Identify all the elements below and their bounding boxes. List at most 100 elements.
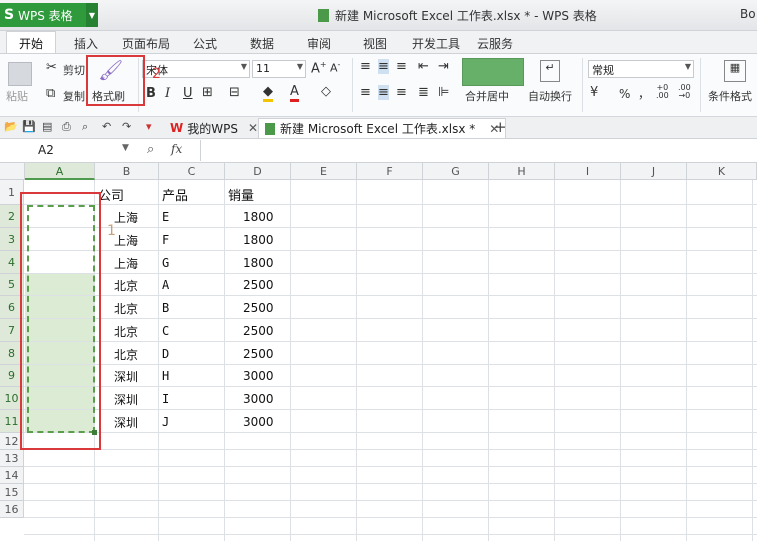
column-header-i[interactable]: I bbox=[555, 163, 621, 180]
cell-company[interactable]: 深圳 bbox=[114, 368, 138, 385]
cell-company[interactable]: 上海 bbox=[114, 232, 138, 249]
cell-company[interactable]: 北京 bbox=[114, 300, 138, 317]
tab-review[interactable]: 审阅 bbox=[307, 35, 331, 52]
cell-sales[interactable]: 2500 bbox=[243, 347, 274, 361]
column-header-g[interactable]: G bbox=[423, 163, 489, 180]
bold-button[interactable]: B bbox=[146, 86, 156, 101]
tab-insert[interactable]: 插入 bbox=[74, 35, 98, 52]
column-header-f[interactable]: F bbox=[357, 163, 423, 180]
header-product[interactable]: 产品 bbox=[162, 185, 188, 204]
row-header-13[interactable]: 13 bbox=[0, 450, 24, 467]
print-preview-icon[interactable]: ⌕ bbox=[82, 120, 88, 134]
open-folder-icon[interactable]: 📂 bbox=[4, 120, 18, 133]
save-icon[interactable]: 💾 bbox=[22, 120, 36, 133]
header-company[interactable]: 公司 bbox=[98, 185, 124, 204]
fill-color-icon[interactable]: ◆ bbox=[263, 84, 273, 102]
cell-sales[interactable]: 1800 bbox=[243, 256, 274, 270]
column-header-h[interactable]: H bbox=[489, 163, 555, 180]
cut-button[interactable]: 剪切 bbox=[63, 62, 85, 78]
tab-developer[interactable]: 开发工具 bbox=[412, 35, 460, 52]
cell-sales[interactable]: 3000 bbox=[243, 415, 274, 429]
tab-my-wps[interactable]: W 我的WPS ✕ bbox=[170, 118, 258, 138]
cell-company[interactable]: 深圳 bbox=[114, 414, 138, 431]
cell-company[interactable]: 上海 bbox=[114, 255, 138, 272]
cell-company[interactable]: 北京 bbox=[114, 323, 138, 340]
cell-sales[interactable]: 3000 bbox=[243, 369, 274, 383]
font-size-select[interactable]: 11 ▼ bbox=[252, 60, 306, 78]
tab-cloud[interactable]: 云服务 bbox=[477, 35, 513, 52]
row-header-15[interactable]: 15 bbox=[0, 484, 24, 501]
zoom-icon[interactable]: ⌕ bbox=[147, 142, 154, 157]
print-icon[interactable]: ⎙ bbox=[62, 120, 71, 134]
wrap-text-icon[interactable]: ↵ bbox=[540, 60, 560, 82]
align-middle-icon[interactable]: ≡ bbox=[378, 59, 389, 74]
cell-product[interactable]: H bbox=[162, 369, 169, 383]
column-header-k[interactable]: K bbox=[687, 163, 757, 180]
chevron-down-icon[interactable]: ▼ bbox=[86, 3, 98, 27]
column-header-c[interactable]: C bbox=[159, 163, 225, 180]
cell-product[interactable]: C bbox=[162, 324, 169, 338]
cell-company[interactable]: 北京 bbox=[114, 346, 138, 363]
undo-icon[interactable]: ↶ bbox=[102, 120, 111, 133]
cell-product[interactable]: J bbox=[162, 415, 169, 429]
cell-product[interactable]: D bbox=[162, 347, 169, 361]
wps-app-menu-button[interactable]: S WPS 表格 ▼ bbox=[0, 3, 98, 27]
row-header-14[interactable]: 14 bbox=[0, 467, 24, 484]
conditional-format-icon[interactable]: ▦ bbox=[724, 60, 746, 82]
column-header-b[interactable]: B bbox=[95, 163, 159, 180]
cell-product[interactable]: E bbox=[162, 210, 169, 224]
cell-sales[interactable]: 2500 bbox=[243, 324, 274, 338]
cell-sales[interactable]: 2500 bbox=[243, 301, 274, 315]
tab-formulas[interactable]: 公式 bbox=[193, 35, 217, 52]
close-icon[interactable]: ✕ bbox=[248, 121, 258, 135]
align-right-icon[interactable]: ≡ bbox=[396, 85, 407, 100]
copy-icon[interactable]: ⧉ bbox=[46, 86, 55, 101]
cell-company[interactable]: 深圳 bbox=[114, 391, 138, 408]
cell-product[interactable]: F bbox=[162, 233, 169, 247]
export-pdf-icon[interactable]: ▤ bbox=[42, 120, 52, 133]
formula-input[interactable] bbox=[200, 140, 757, 161]
number-format-select[interactable]: 常规 ▼ bbox=[588, 60, 694, 78]
decrease-decimal-icon[interactable]: .00 →0 bbox=[678, 84, 691, 100]
align-bottom-icon[interactable]: ≡ bbox=[396, 59, 407, 74]
cell-sales[interactable]: 3000 bbox=[243, 392, 274, 406]
decrease-font-icon[interactable]: A- bbox=[330, 60, 340, 75]
borders-icon[interactable]: ⊞ bbox=[202, 85, 213, 100]
cell-product[interactable]: A bbox=[162, 278, 169, 292]
comma-button[interactable]: ， bbox=[638, 85, 650, 102]
cell-sales[interactable]: 1800 bbox=[243, 210, 274, 224]
cell-product[interactable]: G bbox=[162, 256, 169, 270]
tab-data[interactable]: 数据 bbox=[250, 35, 274, 52]
tab-document[interactable]: 新建 Microsoft Excel 工作表.xlsx * ✕ bbox=[258, 118, 507, 138]
underline-button[interactable]: U bbox=[183, 86, 193, 101]
customize-toolbar-icon[interactable]: ▾ bbox=[146, 120, 152, 133]
new-tab-icon[interactable]: + bbox=[494, 118, 507, 136]
select-all-corner[interactable] bbox=[0, 163, 25, 180]
percent-button[interactable]: % bbox=[619, 87, 630, 101]
chevron-down-icon[interactable]: ▼ bbox=[122, 143, 129, 153]
spreadsheet-grid[interactable]: A B C D E F G H I J K 1 2 3 4 5 6 7 8 9 … bbox=[0, 163, 757, 541]
redo-icon[interactable]: ↷ bbox=[122, 120, 131, 133]
align-left-icon[interactable]: ≡ bbox=[360, 85, 371, 100]
merge-center-button[interactable]: 合并居中 bbox=[465, 88, 509, 104]
tab-page-layout[interactable]: 页面布局 bbox=[122, 35, 170, 52]
tab-home[interactable]: 开始 bbox=[6, 31, 57, 53]
indent-decrease-icon[interactable]: ⇤ bbox=[418, 59, 429, 74]
cell-company[interactable]: 上海 bbox=[114, 209, 138, 226]
font-color-icon[interactable]: A bbox=[290, 84, 299, 102]
column-header-d[interactable]: D bbox=[225, 163, 291, 180]
tab-view[interactable]: 视图 bbox=[363, 35, 387, 52]
column-header-a[interactable]: A bbox=[25, 163, 95, 180]
conditional-format-button[interactable]: 条件格式 bbox=[708, 88, 752, 104]
align-center-icon[interactable]: ≡ bbox=[378, 85, 389, 100]
merge-center-icon[interactable] bbox=[462, 58, 524, 86]
italic-button[interactable]: I bbox=[165, 86, 170, 101]
name-box[interactable]: A2 bbox=[0, 141, 140, 160]
currency-icon[interactable]: ¥ bbox=[590, 85, 598, 100]
function-icon[interactable]: fx bbox=[171, 142, 182, 156]
column-header-j[interactable]: J bbox=[621, 163, 687, 180]
clear-format-icon[interactable]: ◇ bbox=[321, 84, 331, 99]
distribute-icon[interactable]: ⊫ bbox=[438, 85, 449, 100]
justify-icon[interactable]: ≣ bbox=[418, 85, 429, 100]
scissors-icon[interactable]: ✂ bbox=[46, 60, 57, 75]
